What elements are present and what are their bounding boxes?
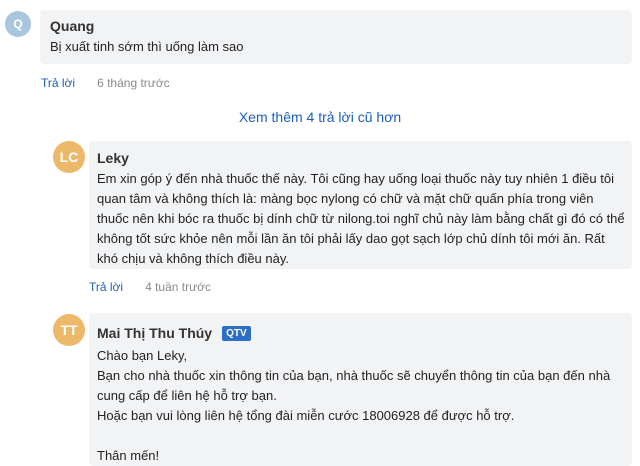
comment-author: Mai Thị Thu Thúy xyxy=(97,325,213,341)
comment-text: Bị xuất tinh sớm thì uống làm sao xyxy=(50,39,244,54)
comment-line: Chào bạn Leky, xyxy=(97,348,188,363)
comment-author: Leky xyxy=(97,150,129,166)
comment-bubble: Mai Thị Thu Thúy QTV Chào bạn Leky, Bạn c… xyxy=(89,313,632,466)
comment-line xyxy=(97,426,627,446)
comment-bubble: Quang Bị xuất tinh sớm thì uống làm sao xyxy=(40,10,632,64)
avatar: Q xyxy=(5,11,31,37)
comment-time: 6 tháng trước xyxy=(97,76,170,90)
reply-link[interactable]: Trả lời xyxy=(89,280,123,294)
comment-time: 4 tuần trước xyxy=(145,280,212,294)
comment-meta: Trả lời 6 tháng trước xyxy=(41,76,170,90)
comment-line: Thân mến! xyxy=(97,448,160,463)
comment-text: Chào bạn Leky, Bạn cho nhà thuốc xin thô… xyxy=(97,346,627,466)
comment-meta: Trả lời 4 tuần trước xyxy=(89,280,211,294)
comment-bubble: Leky Em xin góp ý đến nhà thuốc thế này.… xyxy=(89,141,632,269)
avatar: LC xyxy=(53,141,85,173)
comment-header: Mai Thị Thu Thúy QTV xyxy=(97,325,251,343)
reply-link[interactable]: Trả lời xyxy=(41,76,75,90)
avatar: TT xyxy=(53,314,85,346)
load-more-replies-link[interactable]: Xem thêm 4 trả lời cũ hơn xyxy=(0,109,640,125)
comment-line: Hoặc bạn vui lòng liên hệ tổng đài miễn … xyxy=(97,408,515,423)
comment-text: Em xin góp ý đến nhà thuốc thế này. Tôi … xyxy=(97,171,625,266)
comment-author: Quang xyxy=(50,18,95,34)
comment-line: Bạn cho nhà thuốc xin thông tin của bạn,… xyxy=(97,368,611,403)
admin-badge: QTV xyxy=(222,326,251,341)
